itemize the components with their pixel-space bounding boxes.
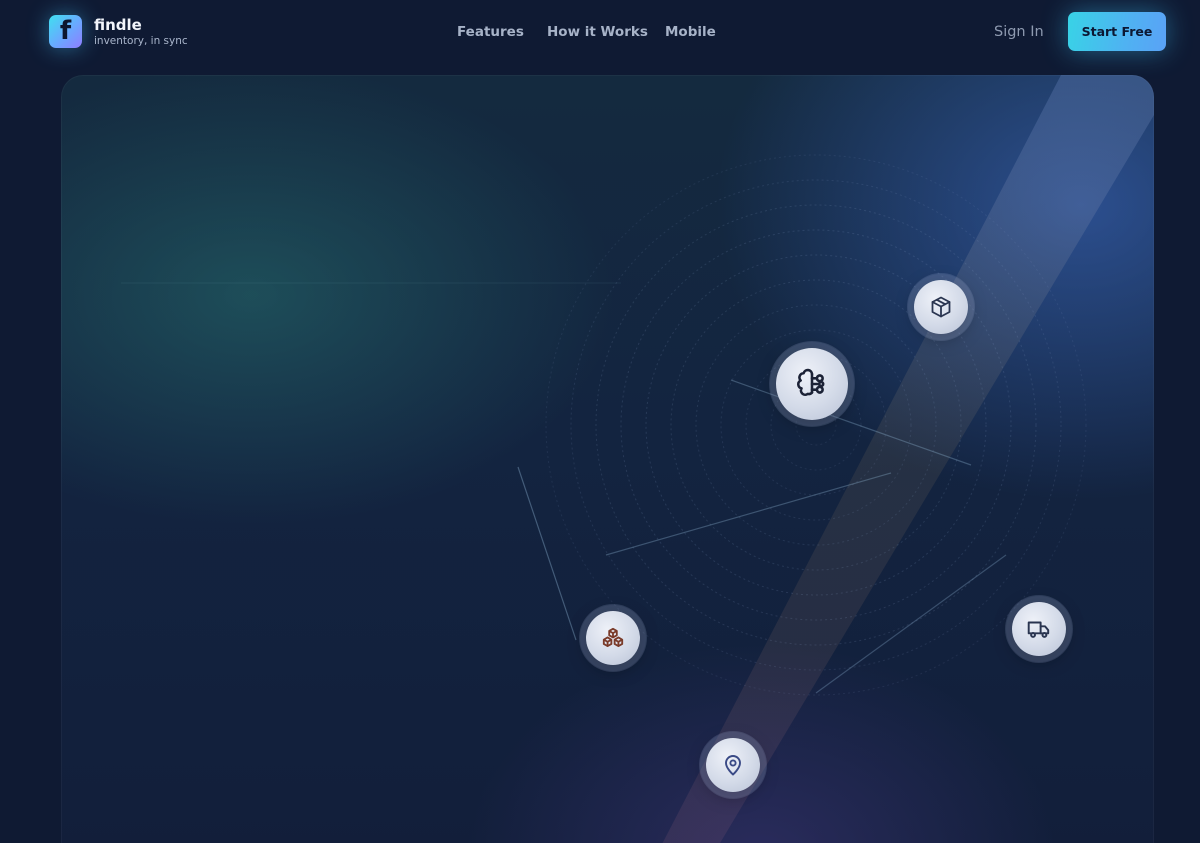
nav-link-mobile[interactable]: Mobile [665, 24, 716, 40]
top-nav: f findle inventory, in sync Features How… [0, 0, 1200, 64]
nav-link-how-it-works[interactable]: How it Works [547, 24, 648, 40]
location-node[interactable] [706, 738, 760, 792]
nav-link-features[interactable]: Features [457, 24, 524, 40]
boxes-icon [602, 627, 624, 648]
brain-icon [797, 368, 825, 397]
map-pin-icon [725, 755, 741, 776]
hero-panel [61, 75, 1154, 843]
sign-in-link[interactable]: Sign In [994, 24, 1044, 40]
inventory-node[interactable] [586, 611, 640, 665]
start-free-button[interactable]: Start Free [1068, 12, 1166, 51]
light-beam [662, 75, 1154, 843]
core-node[interactable] [776, 348, 848, 420]
package-node[interactable] [914, 280, 968, 334]
hero-network-graphic [121, 75, 1154, 843]
landing-page: f findle inventory, in sync Features How… [0, 0, 1200, 843]
package-icon [931, 296, 951, 318]
truck-icon [1027, 621, 1050, 638]
delivery-node[interactable] [1012, 602, 1066, 656]
